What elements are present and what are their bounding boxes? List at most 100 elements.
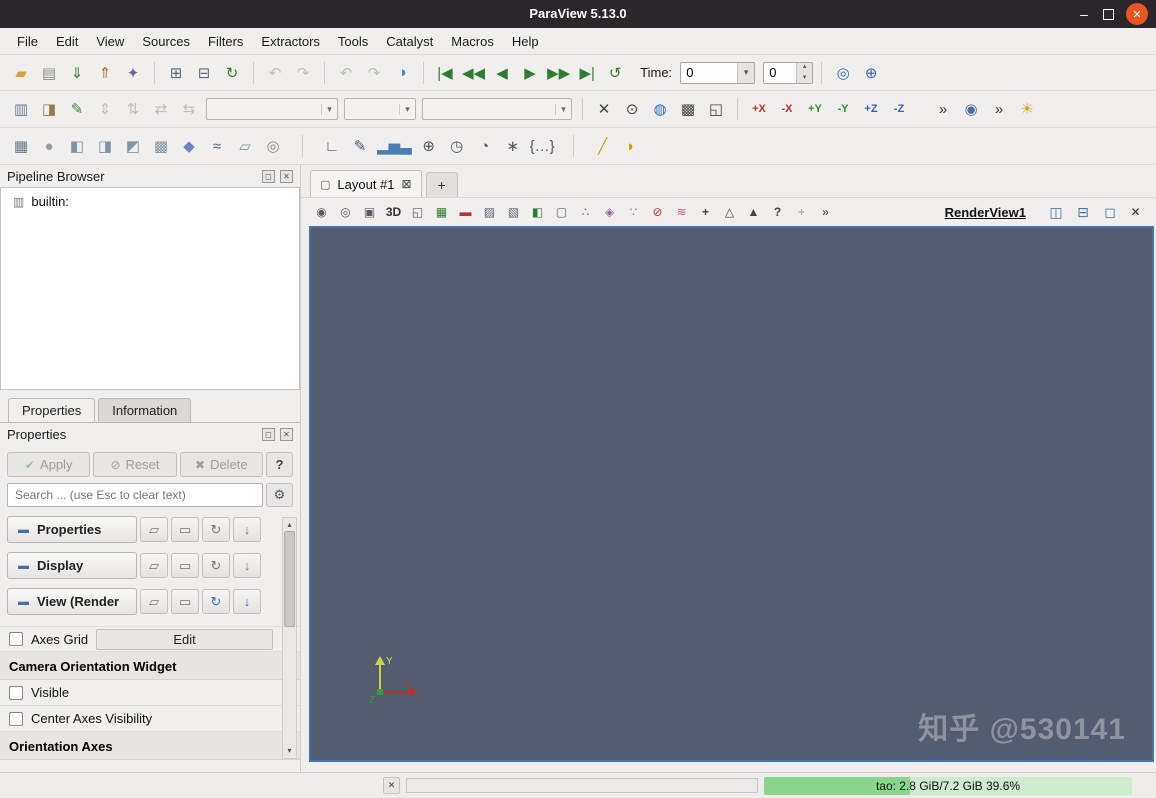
grow-selection-icon[interactable]: +: [694, 201, 717, 223]
save-data-icon[interactable]: ▤: [36, 60, 62, 86]
reset-camera-direction-icon[interactable]: ◍: [647, 96, 673, 122]
open-file-icon[interactable]: ▰: [8, 60, 34, 86]
menu-help[interactable]: Help: [503, 30, 548, 53]
extract-subset-icon[interactable]: ▩: [148, 133, 174, 159]
select-cells-through-icon[interactable]: ▨: [478, 201, 501, 223]
time-dropdown-icon[interactable]: ▾: [737, 62, 755, 83]
pipeline-item-builtin[interactable]: ▥ builtin:: [1, 188, 299, 209]
protractor-icon[interactable]: ◗: [618, 133, 644, 159]
float-panel-icon[interactable]: ◻: [262, 169, 275, 183]
tensor-glyph-icon[interactable]: ∗: [500, 133, 526, 159]
color-legend-icon[interactable]: ▥: [8, 96, 34, 122]
select-points-on-icon[interactable]: ▬: [454, 201, 477, 223]
gear-icon[interactable]: ⚙: [266, 483, 293, 507]
copy-view-icon[interactable]: ▱: [140, 589, 168, 614]
contour-icon[interactable]: ●: [36, 133, 62, 159]
add-layout-tab-button[interactable]: +: [425, 172, 458, 197]
edit-color-map-icon[interactable]: ✎: [64, 96, 90, 122]
last-frame-icon[interactable]: ▶|: [574, 60, 600, 86]
menu-macros[interactable]: Macros: [442, 30, 503, 53]
menu-catalyst[interactable]: Catalyst: [377, 30, 442, 53]
loop-icon[interactable]: ↺: [602, 60, 628, 86]
representation-combo[interactable]: ▾: [422, 98, 572, 120]
menu-extractors[interactable]: Extractors: [252, 30, 329, 53]
split-vertical-button[interactable]: ⊟: [1070, 202, 1096, 223]
group-datasets-icon[interactable]: ◎: [260, 133, 286, 159]
select-cells-on-icon[interactable]: ▦: [430, 201, 453, 223]
paste-view-icon[interactable]: ▭: [171, 589, 199, 614]
first-frame-icon[interactable]: |◀: [432, 60, 458, 86]
copy-display-icon[interactable]: ▱: [140, 553, 168, 578]
ruler-icon[interactable]: ╱: [590, 133, 616, 159]
view-toolbar-overflow-icon[interactable]: »: [814, 201, 837, 223]
camera-undo-icon[interactable]: ↶: [333, 60, 359, 86]
chevron-down-icon[interactable]: ▾: [555, 103, 571, 115]
axes-grid-checkbox[interactable]: [9, 632, 23, 646]
rescale-temporal-range-icon[interactable]: ⇆: [176, 96, 202, 122]
clip-icon[interactable]: ◧: [64, 133, 90, 159]
maximize-view-button[interactable]: ◻: [1097, 202, 1123, 223]
color-by-combo[interactable]: ▾: [206, 98, 338, 120]
toolbar-overflow-icon[interactable]: »: [930, 96, 956, 122]
menu-view[interactable]: View: [87, 30, 133, 53]
menu-tools[interactable]: Tools: [329, 30, 377, 53]
save-extracts-icon[interactable]: ✦: [120, 60, 146, 86]
toolbar-overflow-icon-2[interactable]: »: [986, 96, 1012, 122]
pick-center-icon[interactable]: △: [718, 201, 741, 223]
delete-button[interactable]: ✖ Delete: [179, 452, 263, 477]
interaction-mode-3d-button[interactable]: 3D: [382, 201, 405, 223]
glyph-filter-icon[interactable]: ◆: [176, 133, 202, 159]
help-button[interactable]: ?: [265, 452, 293, 477]
reset-center-icon[interactable]: ▲: [742, 201, 765, 223]
probe-location-icon[interactable]: ⊕: [416, 133, 442, 159]
frame-input[interactable]: [764, 65, 797, 80]
visible-checkbox[interactable]: [9, 685, 23, 700]
find-data-icon[interactable]: ◎: [830, 60, 856, 86]
server-disconnect-icon[interactable]: ⊟: [191, 60, 217, 86]
zoom-to-box-select-icon[interactable]: ◱: [406, 201, 429, 223]
step-down-icon[interactable]: ▾: [797, 73, 812, 83]
component-combo[interactable]: ▾: [344, 98, 416, 120]
clear-selection-icon[interactable]: ⊘: [646, 201, 669, 223]
save-display-icon[interactable]: ↓: [233, 553, 261, 578]
calculator-icon[interactable]: ▦: [8, 133, 34, 159]
add-selection-icon[interactable]: +: [790, 201, 813, 223]
view-plus-z-button[interactable]: +Z: [858, 96, 884, 122]
rescale-visible-range-icon[interactable]: ⇄: [148, 96, 174, 122]
reset-button[interactable]: ⊘ Reset: [93, 452, 177, 477]
color-palette-icon[interactable]: ◑: [389, 60, 415, 86]
close-window-button[interactable]: ✕: [1126, 3, 1148, 25]
view-minus-z-button[interactable]: -Z: [886, 96, 912, 122]
interactive-select-points-icon[interactable]: ∴: [574, 201, 597, 223]
rescale-data-range-icon[interactable]: ⇕: [92, 96, 118, 122]
render-viewport[interactable]: Y x Z 知乎 @530141: [309, 226, 1154, 762]
reverse-play-icon[interactable]: ◀: [489, 60, 515, 86]
zoom-to-data-icon[interactable]: ▩: [675, 96, 701, 122]
chevron-down-icon[interactable]: ▾: [321, 103, 337, 115]
adjust-camera-icon[interactable]: ◉: [310, 201, 333, 223]
view-plus-y-button[interactable]: +Y: [802, 96, 828, 122]
abort-button[interactable]: ✕: [383, 777, 400, 794]
menu-edit[interactable]: Edit: [47, 30, 87, 53]
maximize-button[interactable]: [1103, 8, 1114, 20]
select-block-icon[interactable]: ◧: [526, 201, 549, 223]
search-input[interactable]: [7, 483, 263, 507]
paste-display-icon[interactable]: ▭: [171, 553, 199, 578]
view-minus-x-button[interactable]: -X: [774, 96, 800, 122]
save-view-icon[interactable]: ↓: [233, 589, 261, 614]
reload-view-icon[interactable]: ↻: [202, 589, 230, 614]
scroll-up-icon[interactable]: ▴: [287, 519, 291, 531]
section-view-button[interactable]: ▬ View (Render: [7, 588, 137, 615]
plot-data-over-time-icon[interactable]: ◷: [444, 133, 470, 159]
save-state-icon[interactable]: ⇓: [64, 60, 90, 86]
center-axes-checkbox[interactable]: [9, 711, 23, 726]
select-points-through-icon[interactable]: ▧: [502, 201, 525, 223]
close-view-button[interactable]: ✕: [1124, 202, 1147, 223]
view-minus-y-button[interactable]: -Y: [830, 96, 856, 122]
warp-by-vector-icon[interactable]: ▱: [232, 133, 258, 159]
copy-properties-icon[interactable]: ▱: [140, 517, 168, 542]
reload-display-icon[interactable]: ↻: [202, 553, 230, 578]
light-kit-icon[interactable]: ☀: [1014, 96, 1040, 122]
stream-tracer-icon[interactable]: ≈: [204, 133, 230, 159]
step-up-icon[interactable]: ▴: [797, 63, 812, 73]
